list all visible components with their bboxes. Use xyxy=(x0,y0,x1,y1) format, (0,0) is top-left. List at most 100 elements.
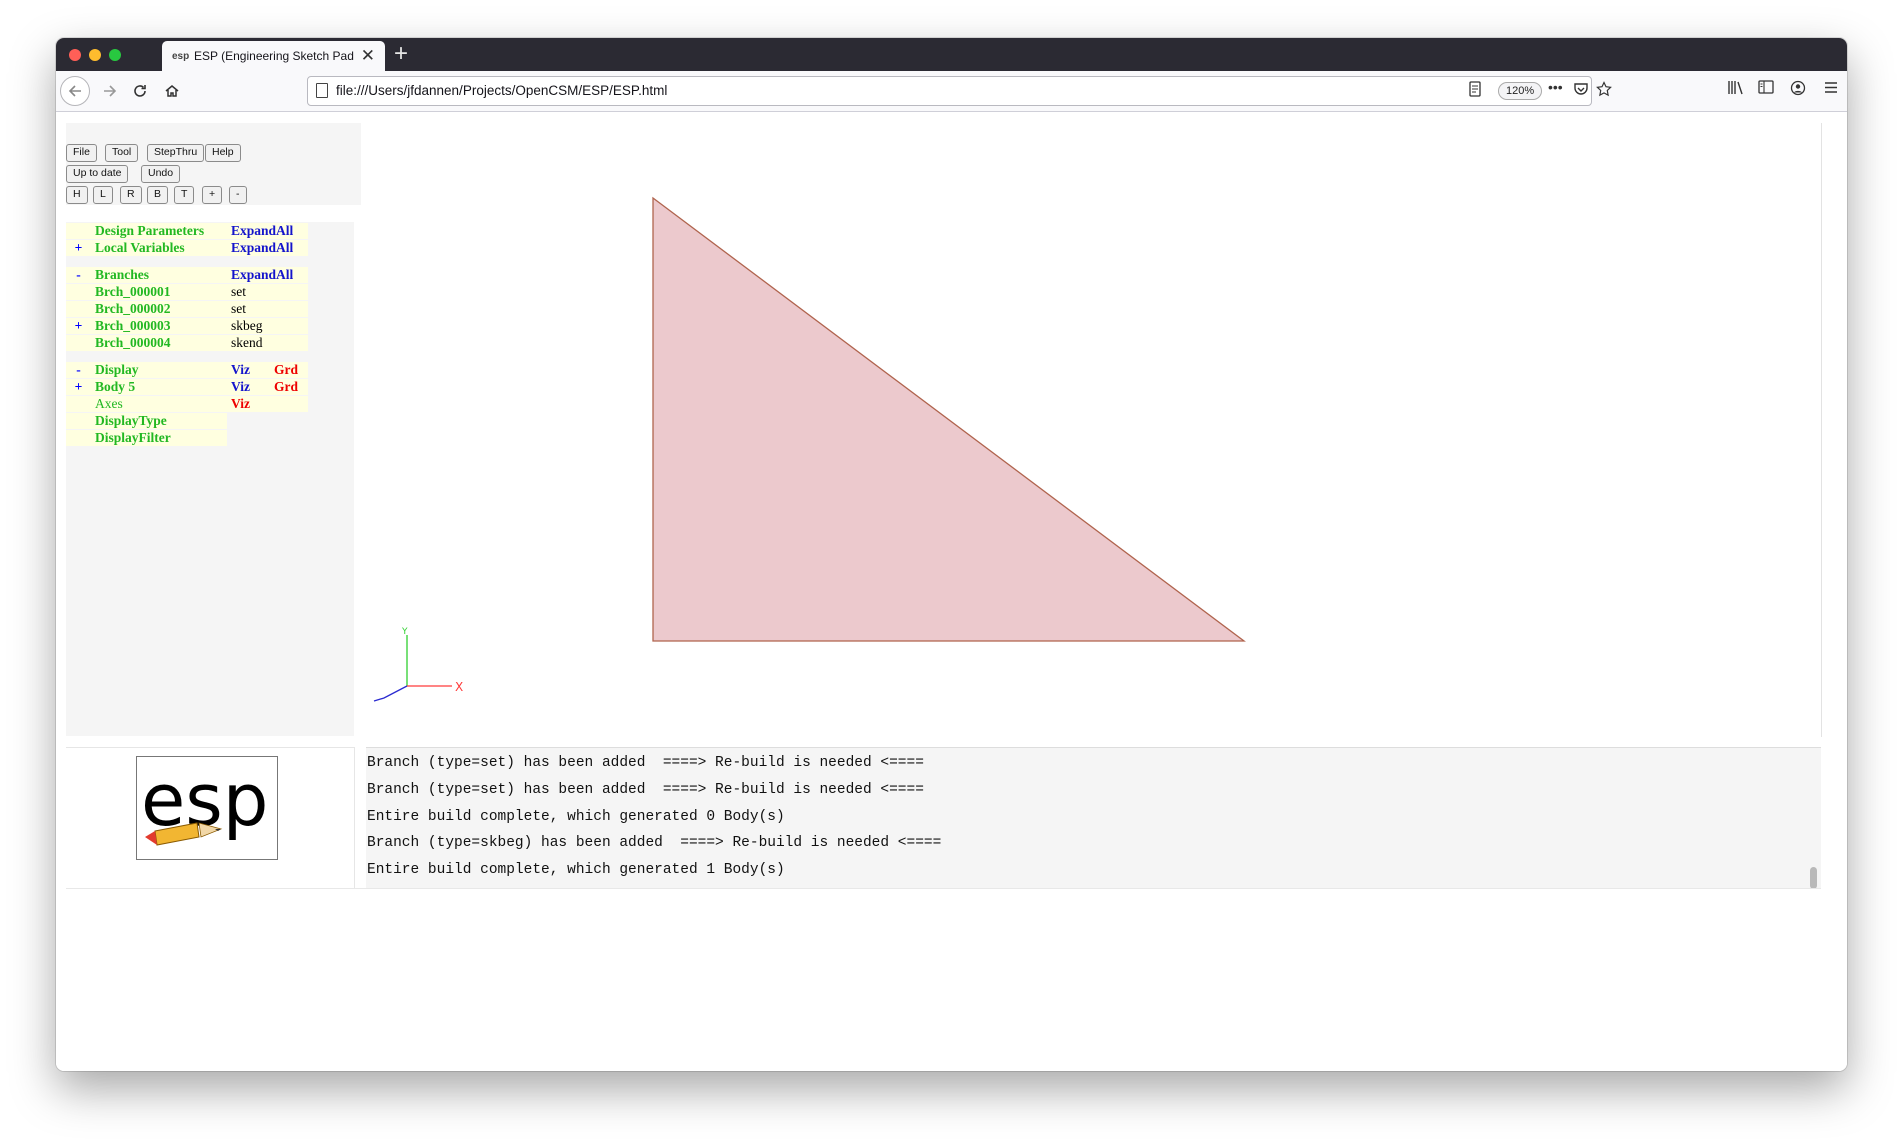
divider xyxy=(66,888,1821,889)
bookmark-star-icon[interactable] xyxy=(1596,81,1612,100)
body-label[interactable]: Body 5 xyxy=(91,379,227,395)
menu-icon[interactable] xyxy=(1823,80,1839,99)
browser-tab[interactable]: esp ESP (Engineering Sketch Pad, V ✕ xyxy=(162,41,385,71)
body-grd-toggle[interactable]: Grd xyxy=(270,379,308,395)
design-parameters-label[interactable]: Design Parameters xyxy=(91,223,227,239)
graphics-viewer[interactable]: Y X xyxy=(366,123,1822,737)
local-variables-toggle[interactable]: + xyxy=(66,240,91,256)
log-line: Branch (type=skbeg) has been added ====>… xyxy=(367,835,942,851)
tree-row-displayfilter: DisplayFilter xyxy=(66,430,308,446)
title-bar: esp ESP (Engineering Sketch Pad, V ✕ + xyxy=(56,38,1847,71)
branches-expandall[interactable]: ExpandAll xyxy=(227,267,308,283)
sidebar-icon[interactable] xyxy=(1758,80,1774,99)
forward-button[interactable] xyxy=(96,77,124,105)
tree-panel: Design Parameters ExpandAll + Local Vari… xyxy=(66,222,354,736)
tree-row-design-parameters: Design Parameters ExpandAll xyxy=(66,223,308,239)
zoom-out-button[interactable]: - xyxy=(229,186,247,204)
button-panel: File Tool StepThru Help Up to date Undo … xyxy=(66,123,361,205)
esp-logo: esp xyxy=(136,756,278,860)
axis-y-label: Y xyxy=(401,627,408,637)
url-text: file:///Users/jfdannen/Projects/OpenCSM/… xyxy=(336,83,668,98)
new-tab-button[interactable]: + xyxy=(394,40,408,68)
branch-toggle[interactable]: + xyxy=(66,318,91,334)
axes-viz-toggle[interactable]: Viz xyxy=(227,396,270,412)
zoom-level-badge[interactable]: 120% xyxy=(1498,82,1543,100)
tree-row-branch: Brch_000004 skend xyxy=(66,335,308,351)
tree-row-display: - Display Viz Grd xyxy=(66,362,308,378)
log-line: Entire build complete, which generated 1… xyxy=(367,862,785,878)
local-variables-label[interactable]: Local Variables xyxy=(91,240,227,256)
local-variables-expandall[interactable]: ExpandAll xyxy=(227,240,308,256)
message-log[interactable]: Branch (type=set) has been added ====> R… xyxy=(366,747,1821,889)
display-toggle[interactable]: - xyxy=(66,362,91,378)
help-button[interactable]: Help xyxy=(205,144,241,162)
log-line: Branch (type=set) has been added ====> R… xyxy=(367,782,924,798)
body-toggle[interactable]: + xyxy=(66,379,91,395)
up-to-date-button[interactable]: Up to date xyxy=(66,165,129,183)
view-left-button[interactable]: L xyxy=(93,186,113,204)
tree-row-displaytype: DisplayType xyxy=(66,413,308,429)
file-button[interactable]: File xyxy=(66,144,97,162)
back-arrow-icon xyxy=(68,85,81,97)
tab-title: ESP (Engineering Sketch Pad, V xyxy=(194,49,354,63)
reader-view-icon[interactable] xyxy=(1468,81,1482,100)
branches-label[interactable]: Branches xyxy=(91,267,227,283)
design-parameters-expandall[interactable]: ExpandAll xyxy=(227,223,308,239)
tree-row-branch: Brch_000001 set xyxy=(66,284,308,300)
branch-name[interactable]: Brch_000002 xyxy=(91,301,227,317)
axis-x-label: X xyxy=(455,680,463,694)
body-viz-toggle[interactable]: Viz xyxy=(227,379,270,395)
tool-button[interactable]: Tool xyxy=(105,144,139,162)
body-triangle-face xyxy=(652,196,1246,642)
branch-name[interactable]: Brch_000004 xyxy=(91,335,227,351)
model-tree: Design Parameters ExpandAll + Local Vari… xyxy=(66,222,308,447)
branch-name[interactable]: Brch_000003 xyxy=(91,318,227,334)
library-icon[interactable] xyxy=(1727,80,1744,99)
reload-button[interactable] xyxy=(126,77,154,105)
tab-close-icon[interactable]: ✕ xyxy=(361,46,375,66)
display-grd-toggle[interactable]: Grd xyxy=(270,362,308,378)
undo-button[interactable]: Undo xyxy=(141,165,181,183)
axes-label: Axes xyxy=(91,396,227,412)
account-icon[interactable] xyxy=(1790,80,1806,100)
log-line: Entire build complete, which generated 0… xyxy=(367,809,785,825)
home-icon xyxy=(165,85,179,97)
close-window-button[interactable] xyxy=(69,49,81,61)
minimize-window-button[interactable] xyxy=(89,49,101,61)
address-bar[interactable]: file:///Users/jfdannen/Projects/OpenCSM/… xyxy=(307,76,1612,106)
display-type-label[interactable]: DisplayType xyxy=(91,413,227,429)
view-top-button[interactable]: T xyxy=(174,186,195,204)
display-label[interactable]: Display xyxy=(91,362,227,378)
pocket-icon[interactable] xyxy=(1573,81,1589,100)
graphics-canvas[interactable]: Y X xyxy=(366,123,1821,737)
page-actions-icon[interactable]: ••• xyxy=(1548,79,1563,95)
tab-favicon: esp xyxy=(172,50,190,62)
branch-type: skend xyxy=(227,335,270,351)
tree-row-branches: - Branches ExpandAll xyxy=(66,267,308,283)
forward-arrow-icon xyxy=(104,85,117,97)
tree-row-axes: Axes Viz xyxy=(66,396,308,412)
zoom-in-button[interactable]: + xyxy=(202,186,223,204)
view-home-button[interactable]: H xyxy=(66,186,88,204)
navigation-bar: file:///Users/jfdannen/Projects/OpenCSM/… xyxy=(56,71,1847,112)
home-button[interactable] xyxy=(158,77,186,105)
tree-row-branch: Brch_000002 set xyxy=(66,301,308,317)
view-right-button[interactable]: R xyxy=(120,186,142,204)
display-viz-toggle[interactable]: Viz xyxy=(227,362,270,378)
branch-name[interactable]: Brch_000001 xyxy=(91,284,227,300)
log-line: Branch (type=set) has been added ====> R… xyxy=(367,755,924,771)
log-scrollbar[interactable] xyxy=(1810,867,1817,889)
tree-row-branch: + Brch_000003 skbeg xyxy=(66,318,308,334)
tree-row-body: + Body 5 Viz Grd xyxy=(66,379,308,395)
logo-panel: esp xyxy=(66,747,355,888)
zoom-window-button[interactable] xyxy=(109,49,121,61)
branch-type: set xyxy=(227,284,270,300)
back-button[interactable] xyxy=(60,76,90,106)
display-filter-label[interactable]: DisplayFilter xyxy=(91,430,227,446)
branch-type: skbeg xyxy=(227,318,270,334)
stepthru-button[interactable]: StepThru xyxy=(147,144,205,162)
reload-icon xyxy=(134,85,146,97)
tree-row-local-variables: + Local Variables ExpandAll xyxy=(66,240,308,256)
branches-toggle[interactable]: - xyxy=(66,267,91,283)
view-bottom-button[interactable]: B xyxy=(147,186,169,204)
